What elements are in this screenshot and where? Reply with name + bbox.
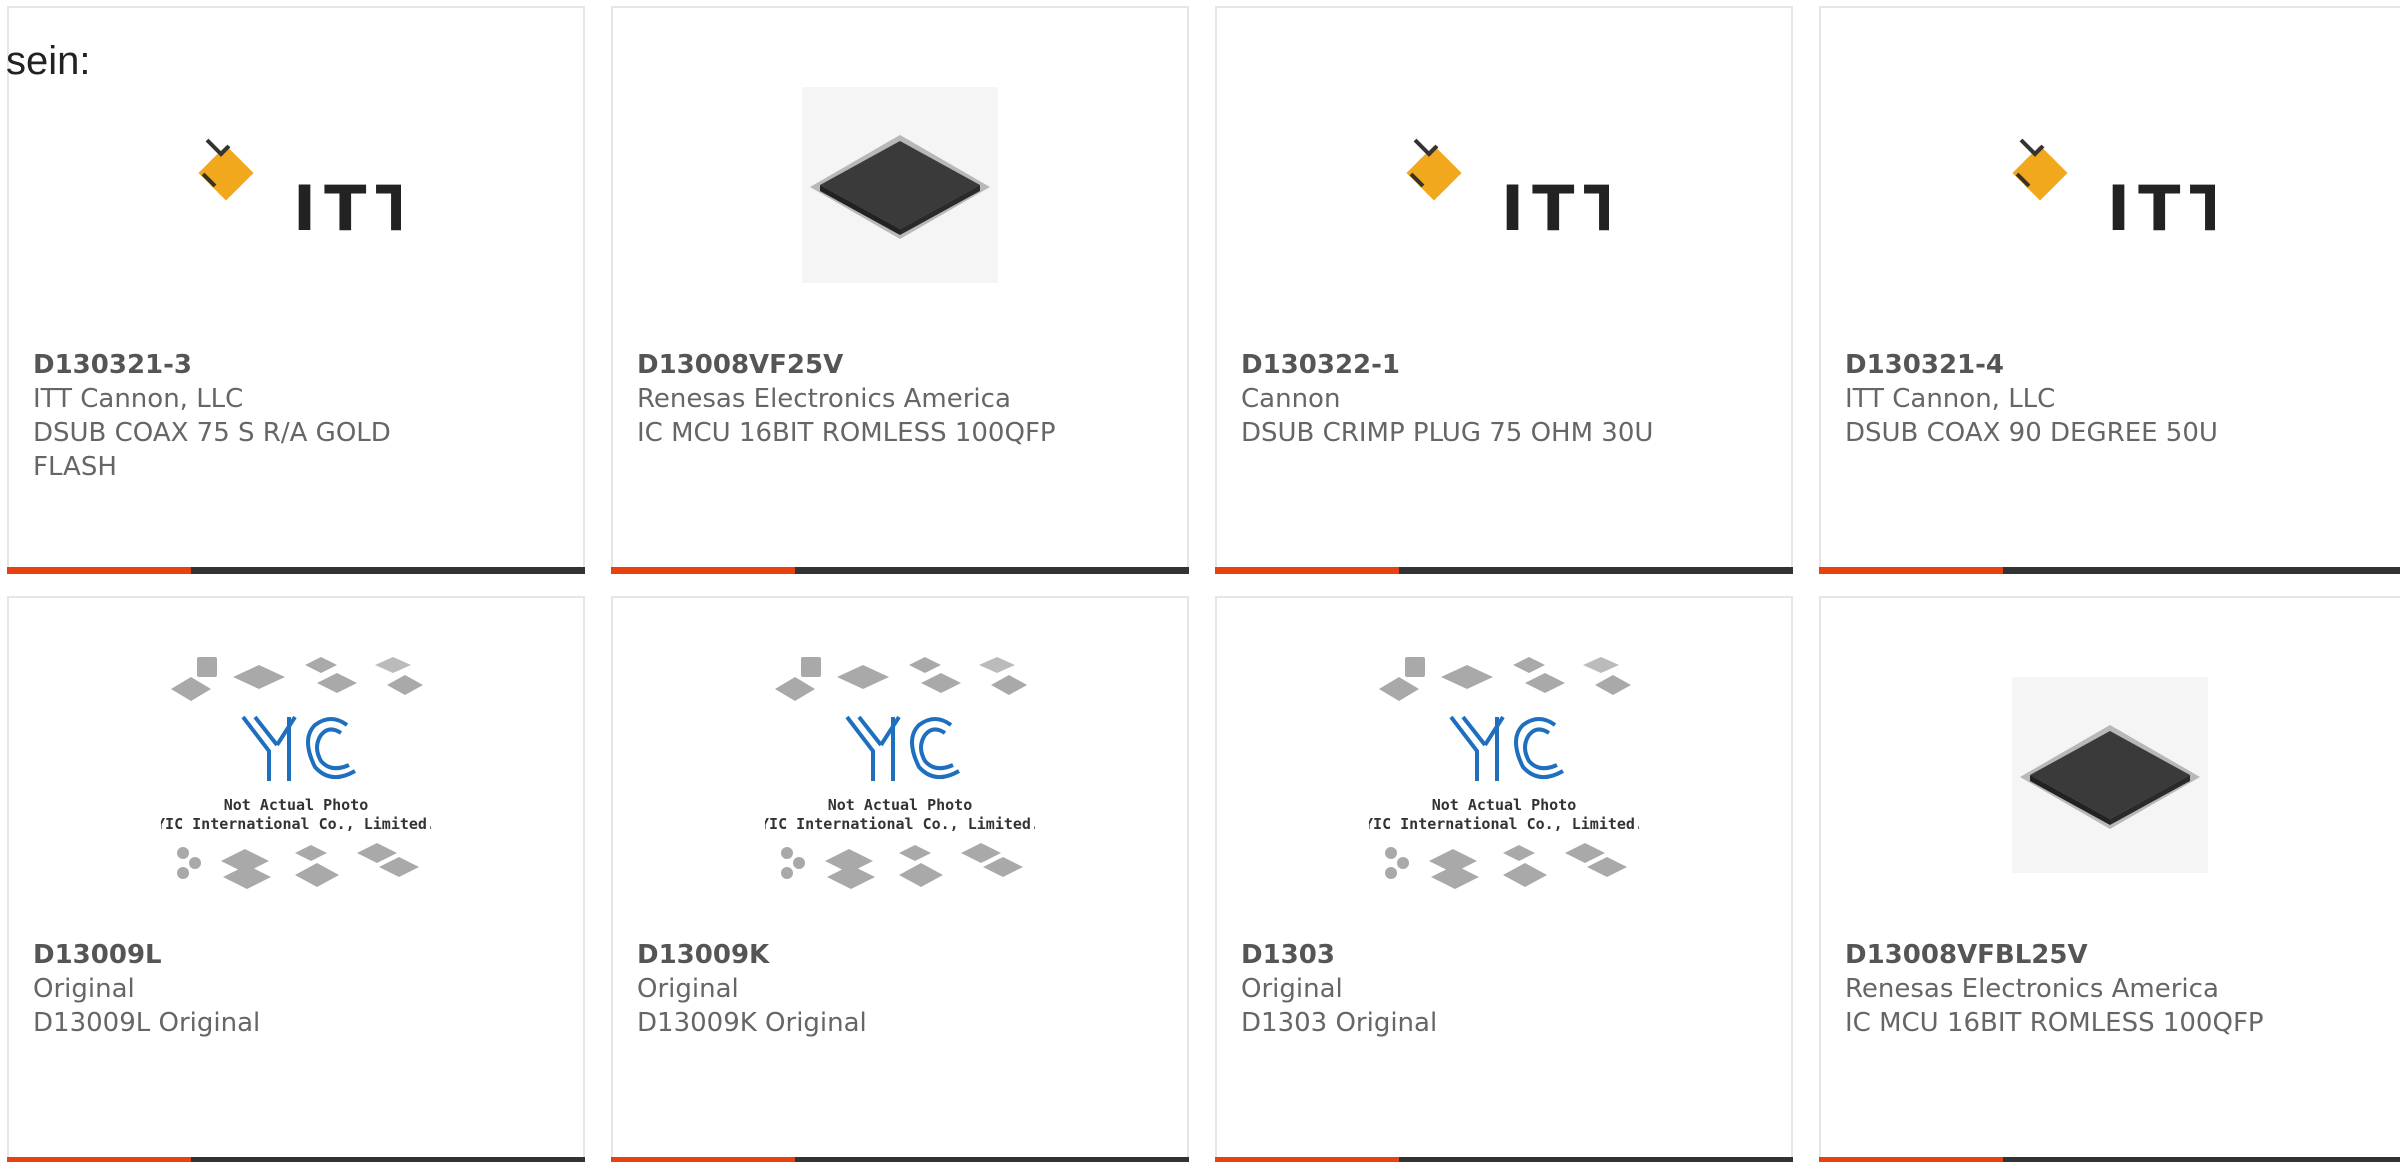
product-image: ITT bbox=[1821, 70, 2399, 300]
description: DSUB COAX 75 S R/A GOLD FLASH bbox=[33, 418, 391, 482]
part-number[interactable]: D1303 bbox=[1241, 938, 1767, 972]
product-info: D130321-3 ITT Cannon, LLC DSUB COAX 75 S… bbox=[33, 348, 559, 484]
part-number[interactable]: D13008VF25V bbox=[637, 348, 1163, 382]
product-image: ITT bbox=[1217, 70, 1791, 300]
product-grid-page: sein: ITT bbox=[0, 0, 2400, 1162]
product-image: Not Actual Photo YIC International Co., … bbox=[1217, 657, 1791, 890]
product-info: D13008VFBL25V Renesas Electronics Americ… bbox=[1845, 938, 2383, 1040]
card-accent-bar bbox=[611, 1157, 1189, 1162]
description: IC MCU 16BIT ROMLESS 100QFP bbox=[637, 418, 1056, 448]
qfp-chip-photo bbox=[2012, 677, 2208, 873]
card-accent-bar bbox=[1215, 567, 1793, 574]
itt-logo-text: ITT bbox=[1501, 172, 1609, 240]
part-number[interactable]: D13009L bbox=[33, 938, 559, 972]
manufacturer: Original bbox=[33, 974, 135, 1004]
manufacturer: ITT Cannon, LLC bbox=[33, 384, 244, 414]
placeholder-line-1: Not Actual Photo bbox=[224, 796, 369, 814]
placeholder-line-1: Not Actual Photo bbox=[828, 796, 973, 814]
card-accent-red bbox=[611, 567, 795, 574]
yic-placeholder-image: Not Actual Photo YIC International Co., … bbox=[161, 655, 431, 895]
itt-logo: ITT bbox=[191, 130, 401, 240]
description: D13009K Original bbox=[637, 1008, 867, 1038]
product-info: D1303 Original D1303 Original bbox=[1241, 938, 1767, 1040]
product-info: D130321-4 ITT Cannon, LLC DSUB COAX 90 D… bbox=[1845, 348, 2383, 450]
description: IC MCU 16BIT ROMLESS 100QFP bbox=[1845, 1008, 2264, 1038]
product-card[interactable]: Not Actual Photo YIC International Co., … bbox=[1215, 596, 1793, 1162]
placeholder-line-2: YIC International Co., Limited. bbox=[765, 815, 1035, 833]
product-info: D13009L Original D13009L Original bbox=[33, 938, 559, 1040]
product-info: D13009K Original D13009K Original bbox=[637, 938, 1163, 1040]
product-card[interactable]: D13008VFBL25V Renesas Electronics Americ… bbox=[1819, 596, 2400, 1162]
card-accent-red bbox=[1819, 1157, 2003, 1162]
itt-logo: ITT bbox=[2005, 130, 2215, 240]
description: DSUB CRIMP PLUG 75 OHM 30U bbox=[1241, 418, 1654, 448]
description: DSUB COAX 90 DEGREE 50U bbox=[1845, 418, 2218, 448]
product-grid: ITT D130321-3 ITT Cannon, LLC DSUB COAX … bbox=[7, 6, 2400, 1162]
yic-placeholder-image: Not Actual Photo YIC International Co., … bbox=[1369, 655, 1639, 895]
card-accent-red bbox=[1215, 1157, 1399, 1162]
product-card[interactable]: ITT D130321-3 ITT Cannon, LLC DSUB COAX … bbox=[7, 6, 585, 574]
product-image bbox=[1821, 660, 2399, 890]
product-info: D13008VF25V Renesas Electronics America … bbox=[637, 348, 1163, 450]
itt-logo-text: ITT bbox=[2107, 172, 2215, 240]
card-accent-bar bbox=[7, 1157, 585, 1162]
card-accent-red bbox=[7, 1157, 191, 1162]
card-accent-bar bbox=[1215, 1157, 1793, 1162]
description: D13009L Original bbox=[33, 1008, 261, 1038]
product-card[interactable]: D13008VF25V Renesas Electronics America … bbox=[611, 6, 1189, 574]
product-image bbox=[613, 70, 1187, 300]
manufacturer: Renesas Electronics America bbox=[1845, 974, 2219, 1004]
product-image: Not Actual Photo YIC International Co., … bbox=[9, 657, 583, 890]
itt-logo: ITT bbox=[1399, 130, 1609, 240]
part-number[interactable]: D130321-3 bbox=[33, 348, 559, 382]
part-number[interactable]: D130322-1 bbox=[1241, 348, 1767, 382]
manufacturer: Renesas Electronics America bbox=[637, 384, 1011, 414]
product-info: D130322-1 Cannon DSUB CRIMP PLUG 75 OHM … bbox=[1241, 348, 1767, 450]
card-accent-bar bbox=[1819, 567, 2400, 574]
card-accent-bar bbox=[1819, 1157, 2400, 1162]
description: D1303 Original bbox=[1241, 1008, 1438, 1038]
itt-logo-text: ITT bbox=[293, 172, 401, 240]
manufacturer: Original bbox=[1241, 974, 1343, 1004]
card-accent-red bbox=[1215, 567, 1399, 574]
product-card[interactable]: Not Actual Photo YIC International Co., … bbox=[7, 596, 585, 1162]
product-card[interactable]: Not Actual Photo YIC International Co., … bbox=[611, 596, 1189, 1162]
intro-text: sein: bbox=[6, 39, 91, 83]
manufacturer: ITT Cannon, LLC bbox=[1845, 384, 2056, 414]
qfp-chip-photo bbox=[802, 87, 998, 283]
part-number[interactable]: D13009K bbox=[637, 938, 1163, 972]
card-accent-red bbox=[611, 1157, 795, 1162]
card-accent-red bbox=[7, 567, 191, 574]
product-card[interactable]: ITT D130322-1 Cannon DSUB CRIMP PLUG 75 … bbox=[1215, 6, 1793, 574]
placeholder-line-2: YIC International Co., Limited. bbox=[1369, 815, 1639, 833]
placeholder-line-2: YIC International Co., Limited. bbox=[161, 815, 431, 833]
part-number[interactable]: D130321-4 bbox=[1845, 348, 2383, 382]
card-accent-bar bbox=[611, 567, 1189, 574]
card-accent-bar bbox=[7, 567, 585, 574]
product-image: Not Actual Photo YIC International Co., … bbox=[613, 657, 1187, 890]
manufacturer: Cannon bbox=[1241, 384, 1341, 414]
yic-placeholder-image: Not Actual Photo YIC International Co., … bbox=[765, 655, 1035, 895]
placeholder-line-1: Not Actual Photo bbox=[1432, 796, 1577, 814]
part-number[interactable]: D13008VFBL25V bbox=[1845, 938, 2383, 972]
product-image: ITT bbox=[9, 70, 583, 300]
card-accent-red bbox=[1819, 567, 2003, 574]
manufacturer: Original bbox=[637, 974, 739, 1004]
product-card[interactable]: ITT D130321-4 ITT Cannon, LLC DSUB COAX … bbox=[1819, 6, 2400, 574]
